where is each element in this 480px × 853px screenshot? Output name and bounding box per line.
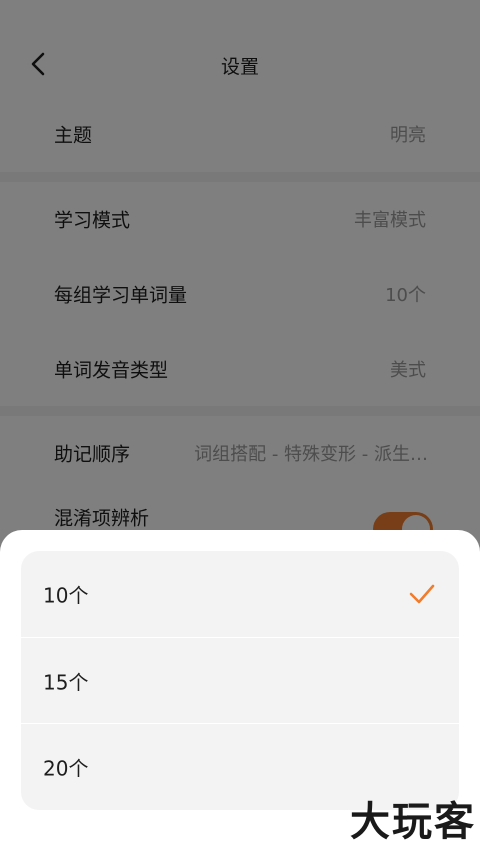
watermark-logo: 大玩客	[350, 798, 476, 845]
option-label: 20个	[43, 756, 89, 781]
option-label: 10个	[43, 583, 89, 608]
checkmark-icon	[409, 584, 435, 604]
option-15[interactable]: 15个	[21, 638, 459, 724]
option-10[interactable]: 10个	[21, 551, 459, 637]
option-label: 15个	[43, 670, 89, 695]
options-list: 10个 15个 20个	[21, 551, 459, 810]
